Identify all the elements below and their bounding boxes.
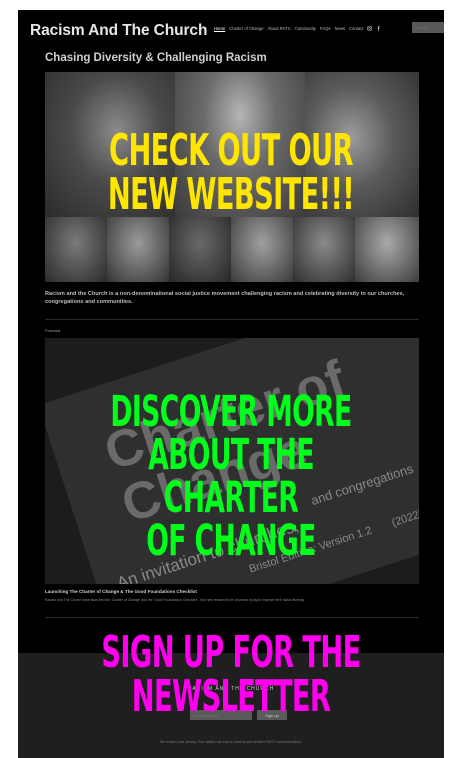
promo-website-text[interactable]: CHECK OUT OUR NEW WEBSITE!!! <box>99 129 363 217</box>
nav-item-faqs[interactable]: FAQs <box>320 26 330 31</box>
hero-photo-tile <box>293 217 355 282</box>
instagram-icon[interactable] <box>367 26 373 31</box>
search-input[interactable] <box>412 22 444 33</box>
hero-photo-tile <box>169 217 231 282</box>
page-tagline: Chasing Diversity & Challenging Racism <box>45 52 267 64</box>
newsletter-privacy-note: We respect your privacy. Your details wi… <box>160 740 302 744</box>
site-title[interactable]: Racism And The Church <box>30 22 207 40</box>
promo-charter-text[interactable]: DISCOVER MORE ABOUT THE CHARTER OF CHANG… <box>99 391 363 563</box>
divider <box>45 617 419 618</box>
nav-item-contact[interactable]: Contact <box>349 26 363 31</box>
intro-text: Racism and the Church is a non-denominat… <box>45 291 405 305</box>
divider <box>45 319 419 320</box>
featured-post-excerpt: Racism and The Church have launched the … <box>45 598 305 602</box>
nav-item-news[interactable]: News <box>335 26 345 31</box>
facebook-icon[interactable] <box>376 26 381 31</box>
nav-item-charter[interactable]: Charter of Change <box>229 26 263 31</box>
nav-item-community[interactable]: Community <box>295 26 316 31</box>
featured-label: Featured <box>45 329 61 333</box>
main-nav: Home Charter of Change About RATC Commun… <box>214 26 381 31</box>
hero-photo-tile <box>231 217 293 282</box>
hero-photo-tile <box>355 217 419 282</box>
promo-newsletter-text[interactable]: SIGN UP FOR THE NEWSLETTER <box>99 631 363 719</box>
nav-item-home[interactable]: Home <box>214 26 225 31</box>
nav-item-about[interactable]: About RATC <box>268 26 291 31</box>
hero-photo-tile <box>107 217 169 282</box>
hero-photo-tile <box>45 217 107 282</box>
featured-post-title[interactable]: Launching The Charter of Change & The Go… <box>45 589 197 594</box>
page: Racism And The Church Home Charter of Ch… <box>18 10 444 758</box>
